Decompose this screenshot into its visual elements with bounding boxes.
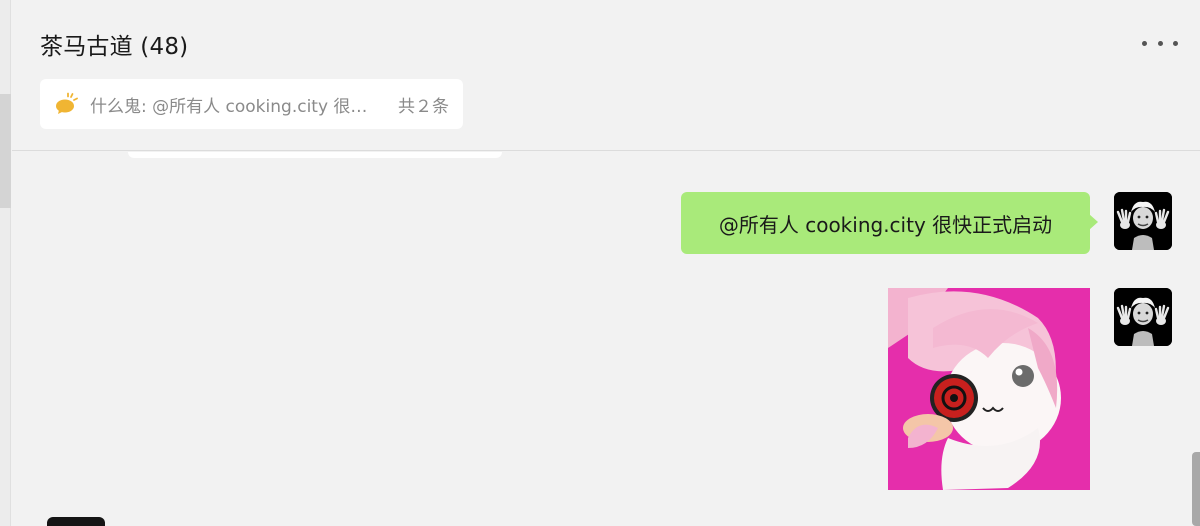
chat-scrollbar-thumb[interactable] xyxy=(1192,452,1200,526)
avatar[interactable] xyxy=(1114,288,1172,346)
more-horizontal-icon-dot xyxy=(1142,40,1147,46)
avatar[interactable] xyxy=(47,517,105,526)
avatar[interactable] xyxy=(1114,192,1172,250)
left-panel-edge xyxy=(0,0,11,526)
notice-count: 共２条 xyxy=(398,96,449,117)
left-scrollbar-thumb[interactable] xyxy=(0,94,11,208)
sticker-image[interactable] xyxy=(888,288,1090,490)
bullhorn-icon xyxy=(56,92,78,114)
chat-title: 茶马古道 (48) xyxy=(40,34,189,60)
chat-header: 茶马古道 (48) 什么鬼: @所有人 cooking.city 很快正式启动 … xyxy=(12,0,1200,151)
more-horizontal-icon-dot xyxy=(1157,40,1163,46)
group-notice-bar[interactable]: 什么鬼: @所有人 cooking.city 很快正式启动 共２条 xyxy=(40,79,463,129)
previous-message-card xyxy=(128,152,502,158)
user-avatar-icon xyxy=(1114,288,1172,346)
anime-girl-sticker xyxy=(888,288,1090,490)
notice-text: 什么鬼: @所有人 cooking.city 很快正式启动 xyxy=(90,96,380,117)
more-horizontal-icon-dot xyxy=(1173,40,1178,46)
user-avatar-icon xyxy=(1114,192,1172,250)
more-options-button[interactable] xyxy=(1142,34,1178,52)
sent-message-bubble[interactable]: @所有人 cooking.city 很快正式启动 xyxy=(681,192,1098,254)
